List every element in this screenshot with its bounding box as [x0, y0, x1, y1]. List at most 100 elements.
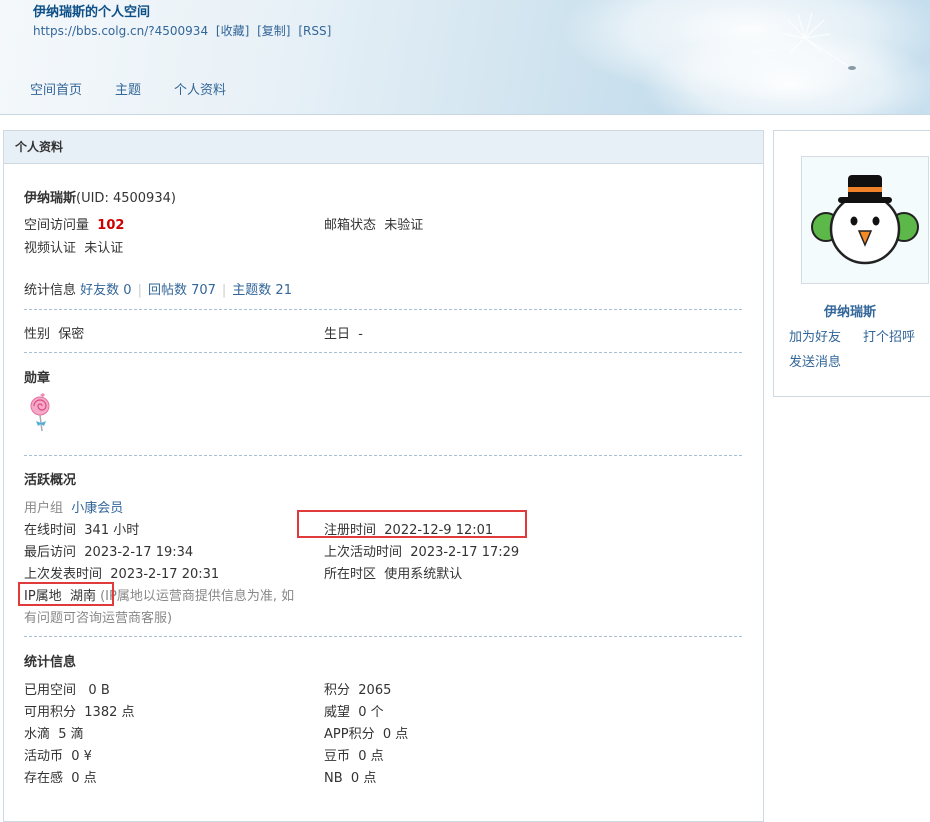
online-value: 341 小时 — [84, 523, 140, 538]
score-value: 2065 — [358, 683, 392, 698]
birthday-value: - — [358, 327, 363, 342]
ip-highlight-box — [18, 582, 114, 606]
usergroup-line: 用户组 小康会员 — [24, 497, 123, 516]
lastvisit-line: 最后访问 2023-2-17 19:34 — [24, 541, 193, 560]
timezone-value: 使用系统默认 — [384, 567, 463, 582]
nb-line: NB 0 点 — [324, 767, 376, 786]
usergroup-value[interactable]: 小康会员 — [71, 501, 123, 516]
nav-topics[interactable]: 主题 — [115, 79, 141, 98]
add-friend-link[interactable]: 加为好友 — [789, 326, 841, 345]
prestige-label: 威望 — [324, 705, 351, 720]
coin-value: 0 ¥ — [71, 749, 92, 764]
divider — [24, 352, 742, 353]
greet-link[interactable]: 打个招呼 — [863, 326, 915, 345]
email-line: 邮箱状态 未验证 — [324, 214, 423, 233]
copy-link[interactable]: [复制] — [257, 24, 290, 38]
usable-line: 可用积分 1382 点 — [24, 701, 135, 720]
score-line: 积分 2065 — [324, 679, 391, 698]
bean-label: 豆币 — [324, 749, 351, 764]
online-line: 在线时间 341 小时 — [24, 519, 139, 538]
snowman-avatar-icon — [802, 157, 928, 283]
separator: | — [137, 283, 142, 298]
video-label: 视频认证 — [24, 241, 77, 256]
prestige-value: 0 个 — [358, 705, 384, 720]
space-title[interactable]: 伊纳瑞斯的个人空间 — [33, 1, 150, 20]
uid: (UID: 4500934) — [76, 191, 176, 206]
prestige-line: 威望 0 个 — [324, 701, 384, 720]
app-line: APP积分 0 点 — [324, 723, 408, 742]
lastactive-line: 上次活动时间 2023-2-17 17:29 — [324, 541, 519, 560]
used-space-label: 已用空间 — [24, 683, 77, 698]
rss-link[interactable]: [RSS] — [298, 24, 331, 38]
avatar[interactable] — [801, 156, 929, 284]
nb-value: 0 点 — [350, 771, 377, 786]
timezone-line: 所在时区 使用系统默认 — [324, 563, 462, 582]
dandelion-decoration — [783, 12, 856, 70]
visits-value: 102 — [97, 218, 125, 233]
ip-note-line2: 有问题可咨询运营商客服) — [24, 611, 173, 626]
video-line: 视频认证 未认证 — [24, 237, 123, 256]
gender-label: 性别 — [24, 327, 51, 342]
coin-line: 活动币 0 ¥ — [24, 745, 92, 764]
presence-value: 0 点 — [71, 771, 97, 786]
space-address: https://bbs.colg.cn/?4500934 [收藏] [复制] [… — [33, 22, 335, 39]
sidebar-username[interactable]: 伊纳瑞斯 — [774, 301, 926, 320]
water-value: 5 滴 — [58, 727, 84, 742]
friends-link[interactable]: 好友数 0 — [80, 283, 131, 298]
birthday-label: 生日 — [324, 327, 351, 342]
divider — [24, 309, 742, 310]
usergroup-label: 用户组 — [24, 501, 64, 516]
usable-value: 1382 点 — [84, 705, 135, 720]
app-label: APP积分 — [324, 727, 375, 742]
water-line: 水滴 5 滴 — [24, 723, 84, 742]
panel-heading: 个人资料 — [4, 131, 763, 164]
online-label: 在线时间 — [24, 523, 77, 538]
app-value: 0 点 — [382, 727, 409, 742]
nav-profile[interactable]: 个人资料 — [174, 79, 226, 98]
activity-heading: 活跃概况 — [24, 473, 77, 488]
topics-link[interactable]: 主题数 21 — [232, 283, 292, 298]
video-value: 未认证 — [84, 241, 124, 256]
lastactive-value: 2023-2-17 17:29 — [410, 545, 520, 560]
divider — [24, 455, 742, 456]
used-space-line: 已用空间 0 B — [24, 679, 110, 698]
stats-heading: 统计信息 — [24, 655, 77, 670]
gender-line: 性别 保密 — [24, 323, 84, 342]
lastpost-line: 上次发表时间 2023-2-17 20:31 — [24, 563, 219, 582]
visits-line: 空间访问量 102 — [24, 214, 124, 233]
stats-label: 统计信息 — [24, 283, 77, 298]
ip-note: (IP属地以运营商提供信息为准, 如 — [100, 589, 295, 604]
favorite-link[interactable]: [收藏] — [216, 24, 249, 38]
usable-label: 可用积分 — [24, 705, 77, 720]
username-line: 伊纳瑞斯(UID: 4500934) — [24, 187, 176, 206]
water-label: 水滴 — [24, 727, 51, 742]
username: 伊纳瑞斯 — [24, 191, 77, 206]
send-message-link[interactable]: 发送消息 — [789, 351, 841, 370]
bean-line: 豆币 0 点 — [324, 745, 384, 764]
lollipop-medal-icon[interactable] — [26, 391, 54, 435]
separator: | — [221, 283, 227, 298]
profile-panel: 个人资料 伊纳瑞斯(UID: 4500934) 空间访问量 102 邮箱状态 未… — [3, 130, 764, 822]
lastvisit-label: 最后访问 — [24, 545, 77, 560]
space-nav: 空间首页 主题 个人资料 — [30, 79, 259, 98]
nav-home[interactable]: 空间首页 — [30, 79, 82, 98]
replies-link[interactable]: 回帖数 707 — [148, 283, 216, 298]
lastpost-label: 上次发表时间 — [24, 567, 103, 582]
nb-label: NB — [324, 771, 343, 786]
lastactive-label: 上次活动时间 — [324, 545, 403, 560]
lastvisit-value: 2023-2-17 19:34 — [84, 545, 194, 560]
visits-label: 空间访问量 — [24, 218, 90, 233]
presence-label: 存在感 — [24, 771, 64, 786]
stats-links: 统计信息 好友数 0 | 回帖数 707 | 主题数 21 — [24, 279, 292, 298]
bean-value: 0 点 — [358, 749, 384, 764]
space-url[interactable]: https://bbs.colg.cn/?4500934 — [33, 24, 208, 38]
email-value: 未验证 — [384, 218, 424, 233]
score-label: 积分 — [324, 683, 351, 698]
used-space-value: 0 B — [88, 683, 110, 698]
coin-label: 活动币 — [24, 749, 64, 764]
divider — [24, 636, 742, 637]
email-label: 邮箱状态 — [324, 218, 377, 233]
profile-sidebar: 伊纳瑞斯 加为好友 打个招呼 发送消息 — [773, 130, 930, 397]
lastpost-value: 2023-2-17 20:31 — [110, 567, 220, 582]
space-header: 伊纳瑞斯的个人空间 https://bbs.colg.cn/?4500934 [… — [0, 0, 930, 115]
